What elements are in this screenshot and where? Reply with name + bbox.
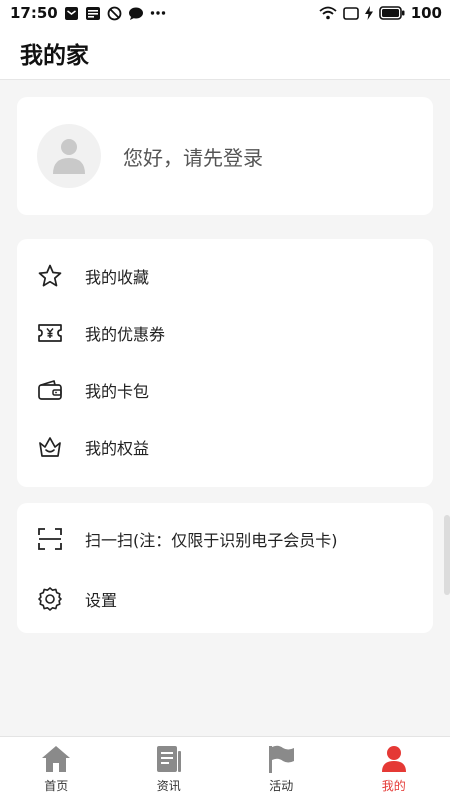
nav-label: 资讯: [156, 778, 181, 793]
menu-item-benefits[interactable]: 我的权益: [17, 418, 433, 475]
star-icon: [36, 262, 64, 290]
charging-icon: [364, 6, 373, 20]
flag-icon: [265, 744, 297, 774]
wifi-icon: [319, 6, 337, 20]
menu-label: 我的权益: [85, 438, 150, 458]
menu-label: 我的优惠券: [85, 324, 166, 344]
gear-icon: [36, 585, 64, 613]
nav-item-home[interactable]: 首页: [0, 737, 113, 800]
home-icon: [40, 744, 72, 774]
menu-label: 我的卡包: [85, 381, 150, 401]
app-header: 我的家: [0, 26, 450, 80]
nav-label: 首页: [44, 778, 69, 793]
crown-icon: [36, 433, 64, 461]
scroll-handle[interactable]: [444, 515, 450, 595]
nav-item-profile[interactable]: 我的: [338, 737, 450, 800]
status-bar: 17:50 100: [0, 0, 450, 26]
menu-item-scan[interactable]: 扫一扫(注：仅限于识别电子会员卡): [17, 509, 433, 569]
menu-item-settings[interactable]: 设置: [17, 569, 433, 629]
chat-icon: [128, 6, 144, 21]
screen-icon: [342, 6, 359, 20]
user-avatar-icon[interactable]: [37, 124, 101, 188]
more-dots-icon: [150, 10, 166, 16]
menu-group-tools: 扫一扫(注：仅限于识别电子会员卡) 设置: [17, 503, 433, 633]
dnd-icon: [107, 6, 122, 21]
profile-icon: [378, 744, 410, 774]
status-time: 17:50: [10, 4, 58, 22]
bottom-nav: 首页 资讯 活动 我的: [0, 736, 450, 800]
status-left: 17:50: [10, 4, 166, 22]
menu-item-card-wallet[interactable]: 我的卡包: [17, 361, 433, 418]
battery-icon: [378, 6, 405, 20]
menu-group-account: 我的收藏 我的优惠券 我的卡包 我的权益: [17, 239, 433, 487]
wallet-icon: [36, 376, 64, 404]
menu-item-coupons[interactable]: 我的优惠券: [17, 304, 433, 361]
menu-label: 我的收藏: [85, 267, 150, 287]
nav-label: 我的: [381, 778, 406, 793]
message-icon: [64, 6, 79, 21]
profile-card[interactable]: 您好，请先登录: [17, 97, 433, 215]
menu-label: 扫一扫(注：仅限于识别电子会员卡): [85, 531, 338, 550]
page-title: 我的家: [20, 42, 89, 69]
status-right: 100: [319, 4, 442, 22]
nav-item-news[interactable]: 资讯: [113, 737, 226, 800]
news-icon: [85, 6, 101, 21]
news-feed-icon: [153, 744, 185, 774]
coupon-icon: [36, 319, 64, 347]
nav-item-activities[interactable]: 活动: [225, 737, 338, 800]
login-prompt[interactable]: 您好，请先登录: [123, 142, 263, 171]
menu-item-favorites[interactable]: 我的收藏: [17, 247, 433, 304]
battery-level: 100: [410, 4, 442, 22]
scan-icon: [36, 525, 64, 553]
menu-label: 设置: [85, 591, 118, 610]
nav-label: 活动: [269, 778, 294, 793]
